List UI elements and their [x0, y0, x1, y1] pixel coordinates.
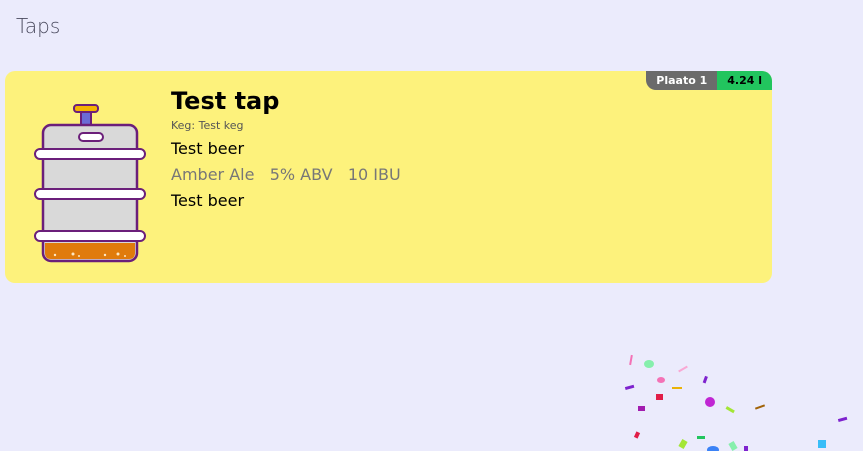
tap-badges: Plaato 1 4.24 l [646, 71, 772, 90]
tap-card[interactable]: Plaato 1 4.24 l Test tap Keg: Test keg T… [5, 71, 772, 283]
beer-name: Test beer [171, 139, 245, 158]
device-badge: Plaato 1 [646, 71, 718, 90]
keg-label: Keg: Test keg [171, 119, 244, 132]
beer-ibu: 10 IBU [347, 165, 401, 184]
beer-abv: 5% ABV [269, 165, 333, 184]
beer-style: Amber Ale [171, 165, 255, 184]
page-title: Taps [16, 14, 61, 38]
tap-info: Test tap Keg: Test keg Test beer Amber A… [171, 87, 401, 211]
beer-name-repeat: Test beer [171, 191, 245, 210]
keg-icon [34, 104, 146, 263]
volume-badge: 4.24 l [717, 71, 772, 90]
confetti-decoration [624, 354, 848, 451]
tap-name: Test tap [171, 87, 280, 115]
beer-meta: Amber Ale 5% ABV 10 IBU [171, 165, 401, 185]
